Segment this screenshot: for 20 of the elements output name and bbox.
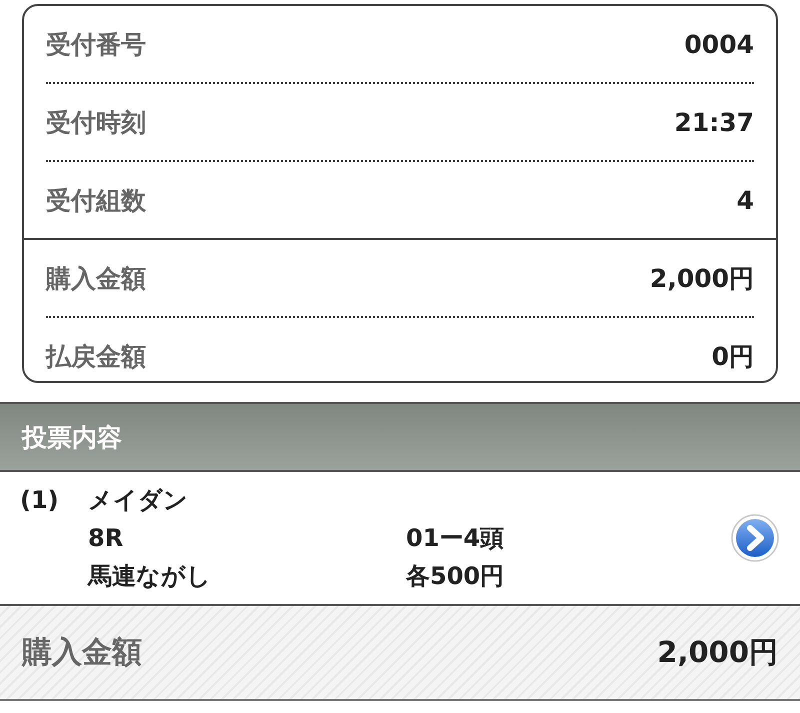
- bet-combination: 01ー4頭: [406, 523, 504, 554]
- field-value: 2,000円: [650, 262, 754, 294]
- bet-amount: 各500円: [406, 561, 504, 592]
- field-label: 払戻金額: [46, 340, 146, 372]
- field-value: 0004: [684, 30, 754, 58]
- field-label: 受付番号: [46, 28, 146, 60]
- race-name: メイダン: [88, 485, 189, 516]
- field-value: 21:37: [674, 108, 754, 136]
- total-value: 2,000円: [657, 634, 778, 670]
- section-title: 投票内容: [22, 422, 122, 454]
- total-label: 購入金額: [22, 634, 142, 672]
- field-label: 受付組数: [46, 184, 146, 216]
- bet-number: (1): [20, 486, 60, 514]
- field-value: 0円: [712, 340, 754, 372]
- field-label: 購入金額: [46, 262, 146, 294]
- bet-type: 馬連ながし: [88, 561, 212, 592]
- race-label: 8R: [88, 524, 124, 552]
- chevron-right-icon[interactable]: [730, 513, 780, 563]
- field-label: 受付時刻: [46, 106, 146, 138]
- field-value: 4: [736, 186, 754, 214]
